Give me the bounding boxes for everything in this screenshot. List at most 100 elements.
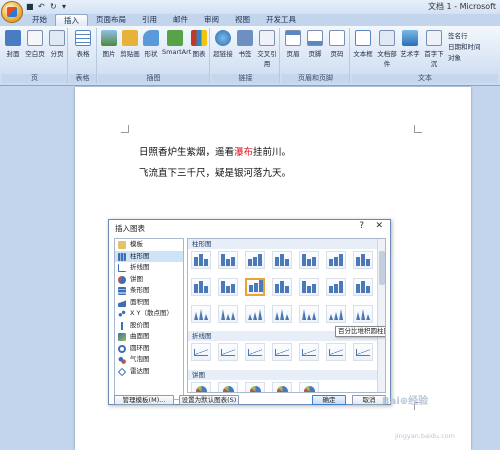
tab-view[interactable]: 视图	[227, 14, 258, 26]
chart-type-thumbnail[interactable]	[218, 251, 238, 269]
text-box-button[interactable]: 文本框	[352, 30, 374, 58]
chart-type-thumbnail[interactable]	[326, 343, 346, 361]
drop-cap-button[interactable]: 首字下沉	[422, 30, 446, 68]
date-time-button[interactable]: 日期和时间	[448, 41, 481, 51]
quick-access-toolbar: ■ ↶ ↻ ▾	[26, 2, 71, 11]
ok-button[interactable]: 确定	[312, 395, 346, 405]
category-pie[interactable]: 饼图	[115, 274, 183, 286]
cancel-button[interactable]: 取消	[352, 395, 386, 405]
tab-references[interactable]: 引用	[134, 14, 165, 26]
category-bar[interactable]: 条形图	[115, 285, 183, 297]
chart-type-thumbnail[interactable]	[191, 343, 211, 361]
chart-type-thumbnail[interactable]	[218, 382, 238, 392]
chart-button[interactable]: 图表	[188, 30, 210, 58]
gallery-scrollbar[interactable]	[377, 239, 385, 392]
chart-type-thumbnail[interactable]	[245, 382, 265, 392]
chart-type-thumbnail[interactable]	[299, 305, 319, 323]
chart-type-thumbnail[interactable]	[299, 251, 319, 269]
category-templates[interactable]: 模板	[115, 239, 183, 251]
qat-dropdown-icon[interactable]: ▾	[62, 2, 71, 11]
thumbnail-bar	[366, 286, 370, 293]
chart-type-thumbnail[interactable]	[353, 251, 373, 269]
chart-type-thumbnail[interactable]	[272, 382, 292, 392]
manage-templates-button[interactable]: 管理模板(M)...	[114, 395, 174, 405]
header-button[interactable]: 页眉	[282, 30, 304, 58]
table-button[interactable]: 表格	[72, 30, 94, 58]
category-column[interactable]: 柱形图	[115, 250, 183, 262]
category-radar[interactable]: 雷达图	[115, 366, 183, 378]
category-line[interactable]: 折线图	[115, 262, 183, 274]
chart-type-thumbnail[interactable]	[218, 343, 238, 361]
tab-home[interactable]: 开始	[24, 14, 55, 26]
save-icon[interactable]: ■	[26, 2, 35, 11]
thumbnail-bar	[231, 257, 235, 266]
hyperlink-button[interactable]: 超链接	[212, 30, 234, 58]
category-bubble[interactable]: 气泡图	[115, 354, 183, 366]
category-scatter[interactable]: X Y（散点图）	[115, 308, 183, 320]
chart-type-thumbnail[interactable]	[245, 278, 265, 296]
chart-type-thumbnail[interactable]	[326, 278, 346, 296]
chart-type-thumbnail[interactable]	[191, 305, 211, 323]
header-footer-group-title: 页眉和页脚	[282, 74, 349, 83]
chart-type-thumbnail[interactable]	[272, 251, 292, 269]
thumbnail-bar	[339, 281, 343, 293]
chart-type-thumbnail[interactable]	[272, 305, 292, 323]
object-button[interactable]: 对象	[448, 52, 461, 62]
thumbnail-bar	[307, 314, 311, 320]
chart-type-thumbnail[interactable]	[299, 278, 319, 296]
chart-type-thumbnail[interactable]	[191, 251, 211, 269]
chart-type-thumbnail[interactable]	[245, 305, 265, 323]
chart-type-thumbnail[interactable]	[299, 382, 319, 392]
clip-art-button[interactable]: 剪贴画	[119, 30, 141, 58]
redo-icon[interactable]: ↻	[50, 2, 59, 11]
footer-button[interactable]: 页脚	[304, 30, 326, 58]
picture-button[interactable]: 图片	[98, 30, 120, 58]
tab-page-layout[interactable]: 页面布局	[88, 14, 134, 26]
chart-type-thumbnail[interactable]	[218, 305, 238, 323]
poem-line-1[interactable]: 日照香炉生紫烟，遥看瀑布挂前川。	[139, 144, 291, 158]
category-surface[interactable]: 曲面图	[115, 331, 183, 343]
ribbon: 封面 空白页 分页 页 表格 表格 图片 剪贴画 形状 SmartArt 图表 …	[0, 26, 500, 86]
smartart-button[interactable]: SmartArt	[162, 30, 191, 56]
shapes-button[interactable]: 形状	[140, 30, 162, 58]
poem-line-2[interactable]: 飞流直下三千尺，疑是银河落九天。	[139, 165, 291, 179]
chart-type-thumbnail[interactable]	[353, 278, 373, 296]
category-stock[interactable]: 股价图	[115, 320, 183, 332]
category-doughnut[interactable]: 圆环图	[115, 343, 183, 355]
chart-type-thumbnail[interactable]	[218, 278, 238, 296]
category-area[interactable]: 面积图	[115, 297, 183, 309]
chart-type-thumbnail[interactable]	[272, 278, 292, 296]
chart-type-thumbnail[interactable]	[326, 305, 346, 323]
quick-parts-button[interactable]: 文档部件	[375, 30, 399, 68]
undo-icon[interactable]: ↶	[38, 2, 47, 11]
chart-type-thumbnail[interactable]	[353, 343, 373, 361]
tab-mailings[interactable]: 邮件	[165, 14, 196, 26]
header-footer-group: 页眉 页脚 页码 页眉和页脚	[282, 28, 350, 83]
bookmark-button[interactable]: 书签	[234, 30, 256, 58]
chart-type-thumbnail[interactable]	[245, 251, 265, 269]
signature-line-button[interactable]: 签名行	[448, 30, 468, 40]
thumbnail-bar	[221, 254, 225, 266]
chart-type-thumbnail[interactable]	[299, 343, 319, 361]
tab-review[interactable]: 审阅	[196, 14, 227, 26]
page-break-button[interactable]: 分页	[46, 30, 68, 58]
blank-page-button[interactable]: 空白页	[24, 30, 46, 58]
cross-reference-button[interactable]: 交叉引用	[256, 30, 278, 68]
cover-page-button[interactable]: 封面	[2, 30, 24, 58]
tab-developer[interactable]: 开发工具	[258, 14, 304, 26]
set-default-chart-button[interactable]: 设置为默认图表(S)	[179, 395, 239, 405]
chart-type-thumbnail[interactable]	[191, 278, 211, 296]
wordart-button[interactable]: 艺术字	[399, 30, 421, 58]
chart-type-thumbnail[interactable]	[353, 305, 373, 323]
chart-type-thumbnail[interactable]	[245, 343, 265, 361]
thumbnail-bar	[194, 312, 198, 320]
scrollbar-thumb[interactable]	[379, 251, 385, 285]
help-icon[interactable]: ?	[359, 221, 364, 231]
chart-type-thumbnail[interactable]	[272, 343, 292, 361]
office-button[interactable]	[1, 1, 23, 23]
chart-type-thumbnail[interactable]	[191, 382, 211, 392]
close-icon[interactable]: ✕	[375, 221, 383, 231]
chart-type-thumbnail[interactable]	[326, 251, 346, 269]
tab-insert[interactable]: 插入	[55, 14, 88, 26]
page-number-button[interactable]: 页码	[326, 30, 348, 58]
